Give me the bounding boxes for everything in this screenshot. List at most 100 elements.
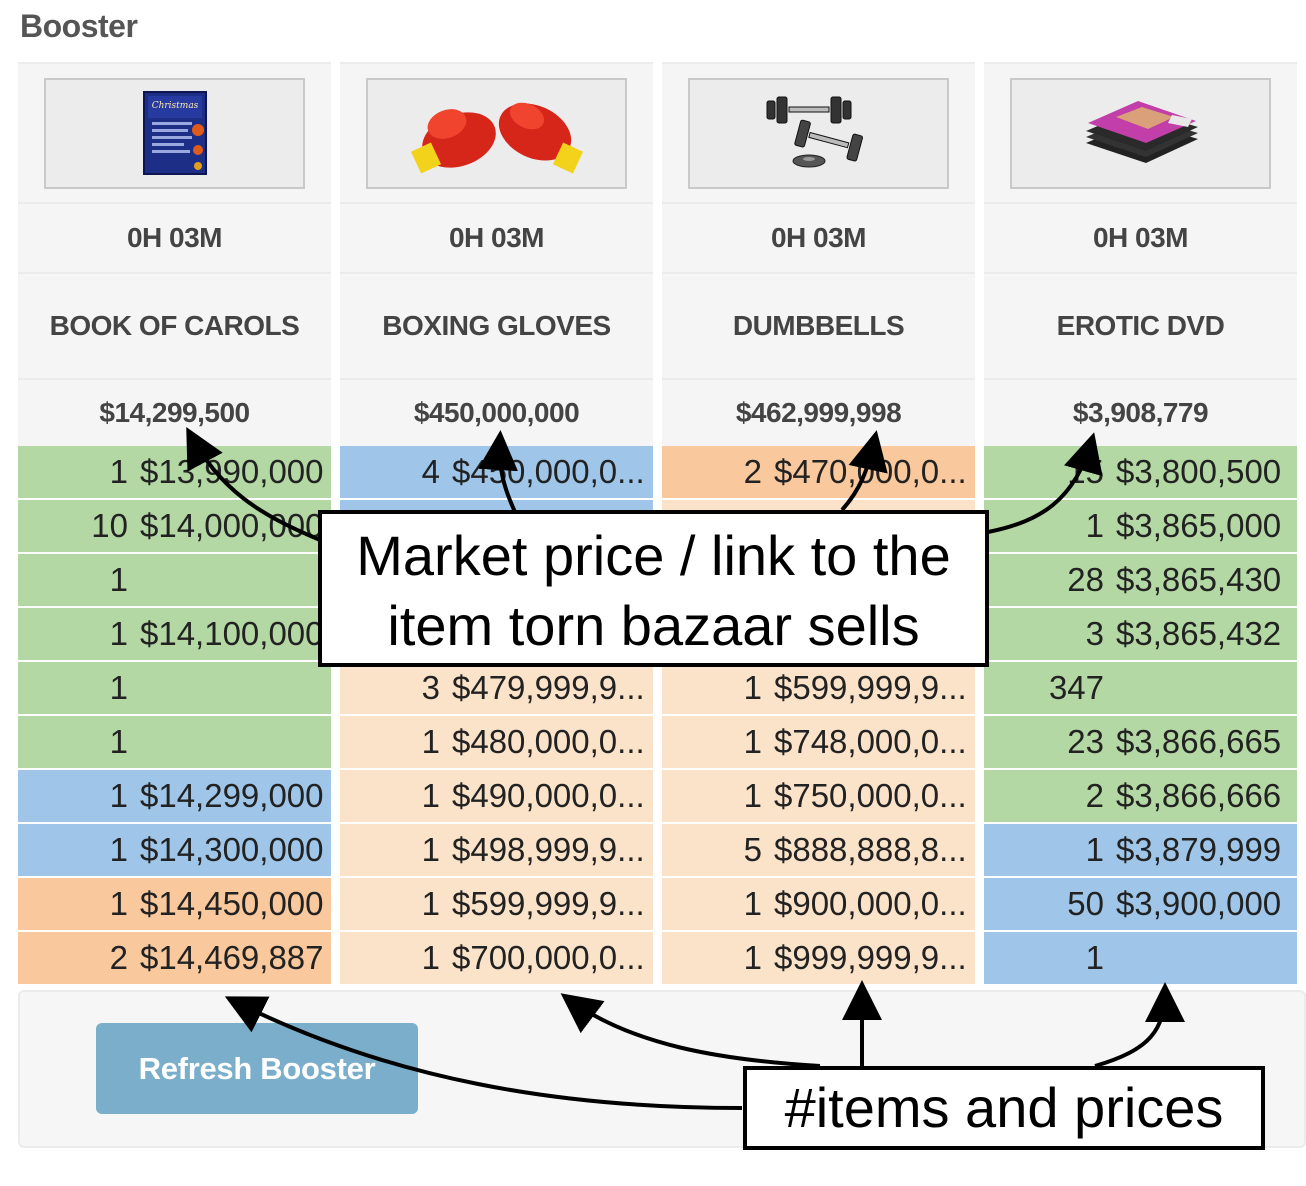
listing-quantity: 2	[109, 939, 128, 976]
booster-item-column: 0H 03M EROTIC DVD $3,908,779 15 $3,800,50…	[984, 62, 1297, 986]
listing-price: $13,990,000	[140, 453, 324, 490]
listing-quantity: 1	[109, 777, 128, 814]
annotation-line: item torn bazaar sells	[387, 594, 920, 657]
item-time: 0H 03M	[662, 202, 975, 272]
listing-quantity: 1	[109, 561, 128, 598]
listing-price: $599,999,9...	[452, 885, 645, 922]
listing-row[interactable]: 1	[18, 662, 331, 716]
listing-price: $490,000,0...	[452, 777, 645, 814]
market-price-link[interactable]: $14,299,500	[18, 378, 331, 446]
listing-row[interactable]: 1 $748,000,0...	[662, 716, 975, 770]
item-image-cell	[662, 62, 975, 202]
listing-row[interactable]: 1	[18, 554, 331, 608]
item-image-frame[interactable]	[688, 77, 949, 189]
listing-row[interactable]: 1 $999,999,9...	[662, 932, 975, 986]
book-of-carols-icon: Christmas	[142, 91, 207, 175]
listing-price: $900,000,0...	[774, 885, 967, 922]
listing-row[interactable]: 1 $14,300,000	[18, 824, 331, 878]
listing-price: $14,100,000	[140, 615, 324, 652]
listing-quantity: 1	[109, 615, 128, 652]
listing-row[interactable]: 1 $14,299,000	[18, 770, 331, 824]
listing-row[interactable]: 1 $13,990,000	[18, 446, 331, 500]
listing-quantity: 10	[91, 507, 128, 544]
item-image-frame[interactable]	[366, 77, 627, 189]
item-image-cell: Christmas	[18, 62, 331, 202]
listing-row[interactable]: 1 $3,865,000	[984, 500, 1297, 554]
listing-price: $14,300,000	[140, 831, 324, 868]
listing-row[interactable]: 4 $450,000,0...	[340, 446, 653, 500]
item-name: EROTIC DVD	[984, 272, 1297, 378]
listing-row[interactable]: 1 $900,000,0...	[662, 878, 975, 932]
listing-row[interactable]: 5 $888,888,8...	[662, 824, 975, 878]
listing-quantity: 5	[743, 831, 762, 868]
listing-row[interactable]: 1	[984, 932, 1297, 986]
listing-quantity: 1	[109, 453, 128, 490]
listing-row[interactable]: 347	[984, 662, 1297, 716]
listing-quantity: 1	[1085, 507, 1104, 544]
listing-quantity: 1	[109, 831, 128, 868]
listing-row[interactable]: 23 $3,866,665	[984, 716, 1297, 770]
listing-quantity: 1	[743, 885, 762, 922]
svg-text:Christmas: Christmas	[151, 101, 198, 111]
listing-quantity: 1	[421, 723, 440, 760]
listing-row[interactable]: 1 $490,000,0...	[340, 770, 653, 824]
listing-quantity: 1	[1085, 831, 1104, 868]
listing-price: $498,999,9...	[452, 831, 645, 868]
listing-row[interactable]: 1 $599,999,9...	[662, 662, 975, 716]
listing-price: $750,000,0...	[774, 777, 967, 814]
item-image-frame[interactable]	[1010, 77, 1271, 189]
listing-row[interactable]: 1 $700,000,0...	[340, 932, 653, 986]
listing-quantity: 2	[743, 453, 762, 490]
listing-quantity: 1	[743, 939, 762, 976]
refresh-booster-button[interactable]: Refresh Booster	[96, 1023, 418, 1114]
listing-row[interactable]: 10 $14,000,000	[18, 500, 331, 554]
listing-row[interactable]: 1 $750,000,0...	[662, 770, 975, 824]
listing-row[interactable]: 1 $3,879,999	[984, 824, 1297, 878]
item-time: 0H 03M	[984, 202, 1297, 272]
listing-row[interactable]: 1	[18, 716, 331, 770]
item-time: 0H 03M	[18, 202, 331, 272]
listing-quantity: 2	[1085, 777, 1104, 814]
boxing-gloves-icon	[410, 102, 583, 174]
listing-price: $3,865,000	[1116, 507, 1282, 544]
listing-row[interactable]: 3 $479,999,9...	[340, 662, 653, 716]
item-image-cell	[984, 62, 1297, 202]
listing-row[interactable]: 2 $470,000,0...	[662, 446, 975, 500]
erotic-dvd-icon	[1085, 101, 1198, 163]
listing-row[interactable]: 2 $3,866,666	[984, 770, 1297, 824]
listing-price: $3,866,665	[1116, 723, 1282, 760]
listing-quantity: 1	[743, 723, 762, 760]
listing-quantity: 50	[1067, 885, 1104, 922]
listing-row[interactable]: 1 $14,100,000	[18, 608, 331, 662]
listing-row[interactable]: 2 $14,469,887	[18, 932, 331, 986]
listing-row[interactable]: 28 $3,865,430	[984, 554, 1297, 608]
listing-quantity: 1	[1085, 939, 1104, 976]
listing-row[interactable]: 1 $498,999,9...	[340, 824, 653, 878]
market-price-link[interactable]: $450,000,000	[340, 378, 653, 446]
listing-price: $999,999,9...	[774, 939, 967, 976]
listing-price: $14,469,887	[140, 939, 324, 976]
market-price-link[interactable]: $3,908,779	[984, 378, 1297, 446]
listing-quantity: 1	[743, 669, 762, 706]
listing-row[interactable]: 50 $3,900,000	[984, 878, 1297, 932]
item-name: BOXING GLOVES	[340, 272, 653, 378]
listing-price: $3,900,000	[1116, 885, 1282, 922]
market-price-link[interactable]: $462,999,998	[662, 378, 975, 446]
listing-price: $470,000,0...	[774, 453, 967, 490]
listing-quantity: 3	[421, 669, 440, 706]
listing-row[interactable]: 1 $14,450,000	[18, 878, 331, 932]
items-prices-annotation: #items and prices	[743, 1066, 1265, 1150]
item-image-cell	[340, 62, 653, 202]
listing-row[interactable]: 1 $599,999,9...	[340, 878, 653, 932]
listing-rows: 1 $13,990,000 10 $14,000,000 1 1 $14,100,000 1 1…	[18, 446, 331, 986]
listing-quantity: 1	[743, 777, 762, 814]
item-name: DUMBBELLS	[662, 272, 975, 378]
listing-quantity: 1	[109, 669, 128, 706]
listing-quantity: 3	[1085, 615, 1104, 652]
listing-quantity: 1	[421, 777, 440, 814]
item-image-frame[interactable]: Christmas	[44, 77, 305, 189]
annotation-line: Market price / link to the	[356, 524, 951, 587]
listing-row[interactable]: 3 $3,865,432	[984, 608, 1297, 662]
listing-row[interactable]: 15 $3,800,500	[984, 446, 1297, 500]
listing-row[interactable]: 1 $480,000,0...	[340, 716, 653, 770]
